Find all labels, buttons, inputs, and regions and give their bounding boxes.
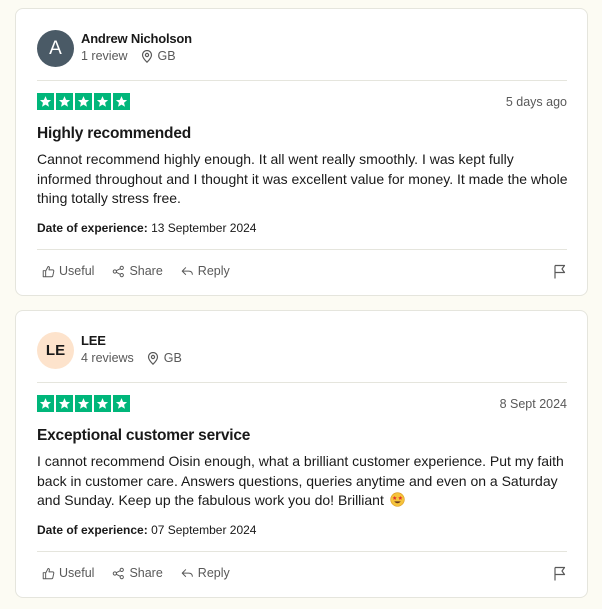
country: GB [163,351,182,365]
share-button[interactable]: Share [112,264,163,278]
reply-button[interactable]: Reply [181,264,230,278]
experience-date: 13 September 2024 [151,221,257,235]
star-icon [94,395,111,412]
country: GB [157,49,176,63]
star-rating [37,93,130,110]
date-of-experience: Date of experience: 13 September 2024 [37,221,256,235]
review-date: 8 Sept 2024 [499,397,567,411]
review-count: 4 reviews [81,351,134,365]
location-pin-icon [147,351,159,365]
review-title[interactable]: Exceptional customer service [37,427,250,445]
review-card: A Andrew Nicholson 1 review GB 5 days ag… [15,8,588,296]
experience-label: Date of experience: [37,523,148,537]
star-icon [56,93,73,110]
useful-label: Useful [59,264,95,278]
review-title[interactable]: Highly recommended [37,125,191,143]
review-actions: Useful Share Reply [42,566,230,580]
review-actions: Useful Share Reply [42,264,230,278]
flag-icon[interactable] [553,264,567,279]
reply-icon [181,265,194,278]
reviewer-name[interactable]: LEE [81,333,106,348]
reply-label: Reply [197,566,230,580]
star-struck-emoji-icon [390,492,405,507]
flag-icon[interactable] [553,566,567,581]
divider [37,80,567,81]
star-icon [56,395,73,412]
reply-label: Reply [197,264,230,278]
reviewer-name[interactable]: Andrew Nicholson [81,31,192,46]
review-card: LE LEE 4 reviews GB 8 Sept 2024 Exceptio… [15,310,588,598]
reply-icon [181,567,194,580]
review-body: Cannot recommend highly enough. It all w… [37,151,568,206]
star-icon [75,395,92,412]
avatar[interactable]: LE [37,332,74,369]
useful-label: Useful [59,566,95,580]
useful-button[interactable]: Useful [42,264,94,278]
reviewer-meta: 1 review GB [81,49,176,63]
experience-label: Date of experience: [37,221,148,235]
review-date: 5 days ago [505,95,567,109]
star-rating [37,395,130,412]
date-of-experience: Date of experience: 07 September 2024 [37,523,256,537]
useful-button[interactable]: Useful [42,566,94,580]
share-icon [112,567,125,580]
experience-date: 07 September 2024 [151,523,257,537]
location-pin-icon [141,49,153,63]
thumbs-up-icon [42,265,55,278]
star-icon [113,395,130,412]
share-label: Share [129,566,163,580]
divider [37,551,567,552]
star-icon [94,93,111,110]
review-body-text: I cannot recommend Oisin enough, what a … [37,453,564,508]
reply-button[interactable]: Reply [181,566,230,580]
star-icon [37,395,54,412]
star-icon [113,93,130,110]
divider [37,382,567,383]
share-icon [112,265,125,278]
thumbs-up-icon [42,567,55,580]
star-icon [37,93,54,110]
divider [37,249,567,250]
review-count: 1 review [81,49,128,63]
share-label: Share [129,264,163,278]
review-body: I cannot recommend Oisin enough, what a … [37,452,572,511]
share-button[interactable]: Share [112,566,163,580]
avatar[interactable]: A [37,30,74,67]
reviewer-meta: 4 reviews GB [81,351,182,365]
star-icon [75,93,92,110]
